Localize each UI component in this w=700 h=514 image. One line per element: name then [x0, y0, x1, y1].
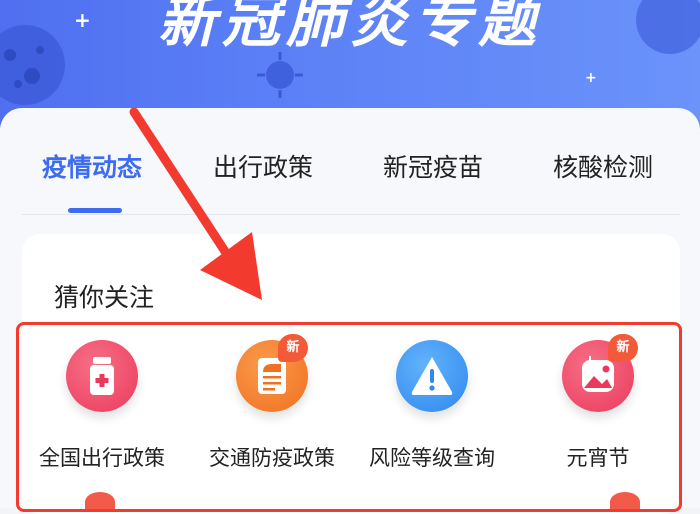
tab-travel-policy[interactable]: 出行政策 [213, 148, 313, 184]
tab-bar: 疫情动态 出行政策 新冠疫苗 核酸检测 [0, 108, 700, 218]
tab-epidemic-news[interactable]: 疫情动态 [42, 148, 142, 184]
section-title: 猜你关注 [54, 283, 155, 312]
sparkle-icon: + [585, 70, 597, 86]
active-tab-indicator [68, 208, 122, 213]
tab-nucleic-test[interactable]: 核酸检测 [553, 148, 653, 184]
tab-vaccine[interactable]: 新冠疫苗 [383, 148, 483, 184]
annotation-highlight-box [16, 322, 682, 512]
tab-divider [22, 214, 680, 215]
banner-title: 新冠肺炎专题 [157, 0, 542, 55]
